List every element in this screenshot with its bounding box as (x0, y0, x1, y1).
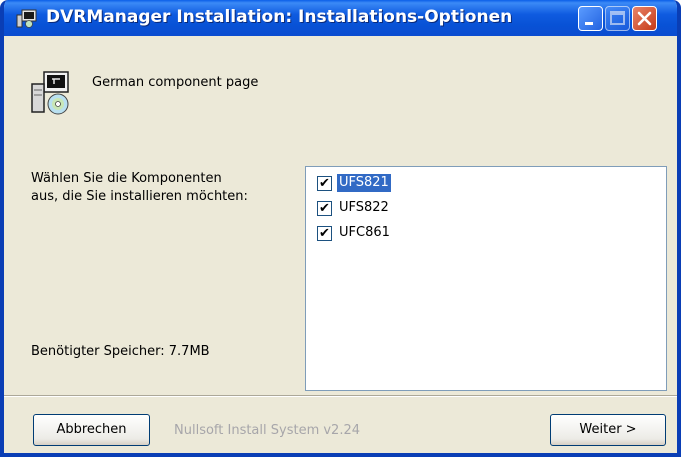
installer-app-icon (16, 9, 37, 28)
close-button[interactable] (632, 6, 657, 31)
installer-package-icon (31, 71, 69, 115)
component-label: UFC861 (339, 225, 390, 240)
component-label: UFS822 (339, 200, 389, 215)
checkmark-icon: ✔ (319, 226, 330, 241)
header-area: German component page (4, 36, 677, 128)
close-icon (637, 11, 652, 26)
checkmark-icon: ✔ (319, 176, 330, 191)
maximize-icon (610, 11, 625, 25)
components-list[interactable]: ✔ UFS821 ✔ UFS822 ✔ UFC861 (305, 166, 667, 391)
window-title: DVRManager Installation: Installations-O… (46, 7, 513, 27)
header-title: German component page (92, 75, 259, 90)
checkbox[interactable]: ✔ (317, 226, 332, 241)
checkmark-icon: ✔ (319, 201, 330, 216)
cancel-button[interactable]: Abbrechen (33, 414, 150, 446)
description-line-2: aus, die Sie installieren möchten: (31, 189, 248, 204)
footer-divider (4, 395, 677, 397)
description-line-1: Wählen Sie die Komponenten (31, 171, 222, 186)
checkbox[interactable]: ✔ (317, 201, 332, 216)
checkbox[interactable]: ✔ (317, 176, 332, 191)
maximize-button[interactable] (605, 6, 630, 31)
space-required-label: Benötigter Speicher: 7.7MB (31, 344, 210, 359)
next-button[interactable]: Weiter > (550, 414, 666, 446)
components-description: Wählen Sie die Komponenten aus, die Sie … (31, 170, 291, 206)
installer-window: DVRManager Installation: Installations-O… (0, 0, 681, 457)
minimize-icon (585, 22, 593, 25)
component-label: UFS821 (337, 174, 391, 192)
title-bar[interactable]: DVRManager Installation: Installations-O… (4, 0, 677, 36)
minimize-button[interactable] (578, 6, 603, 31)
branding-text: Nullsoft Install System v2.24 (174, 423, 361, 438)
